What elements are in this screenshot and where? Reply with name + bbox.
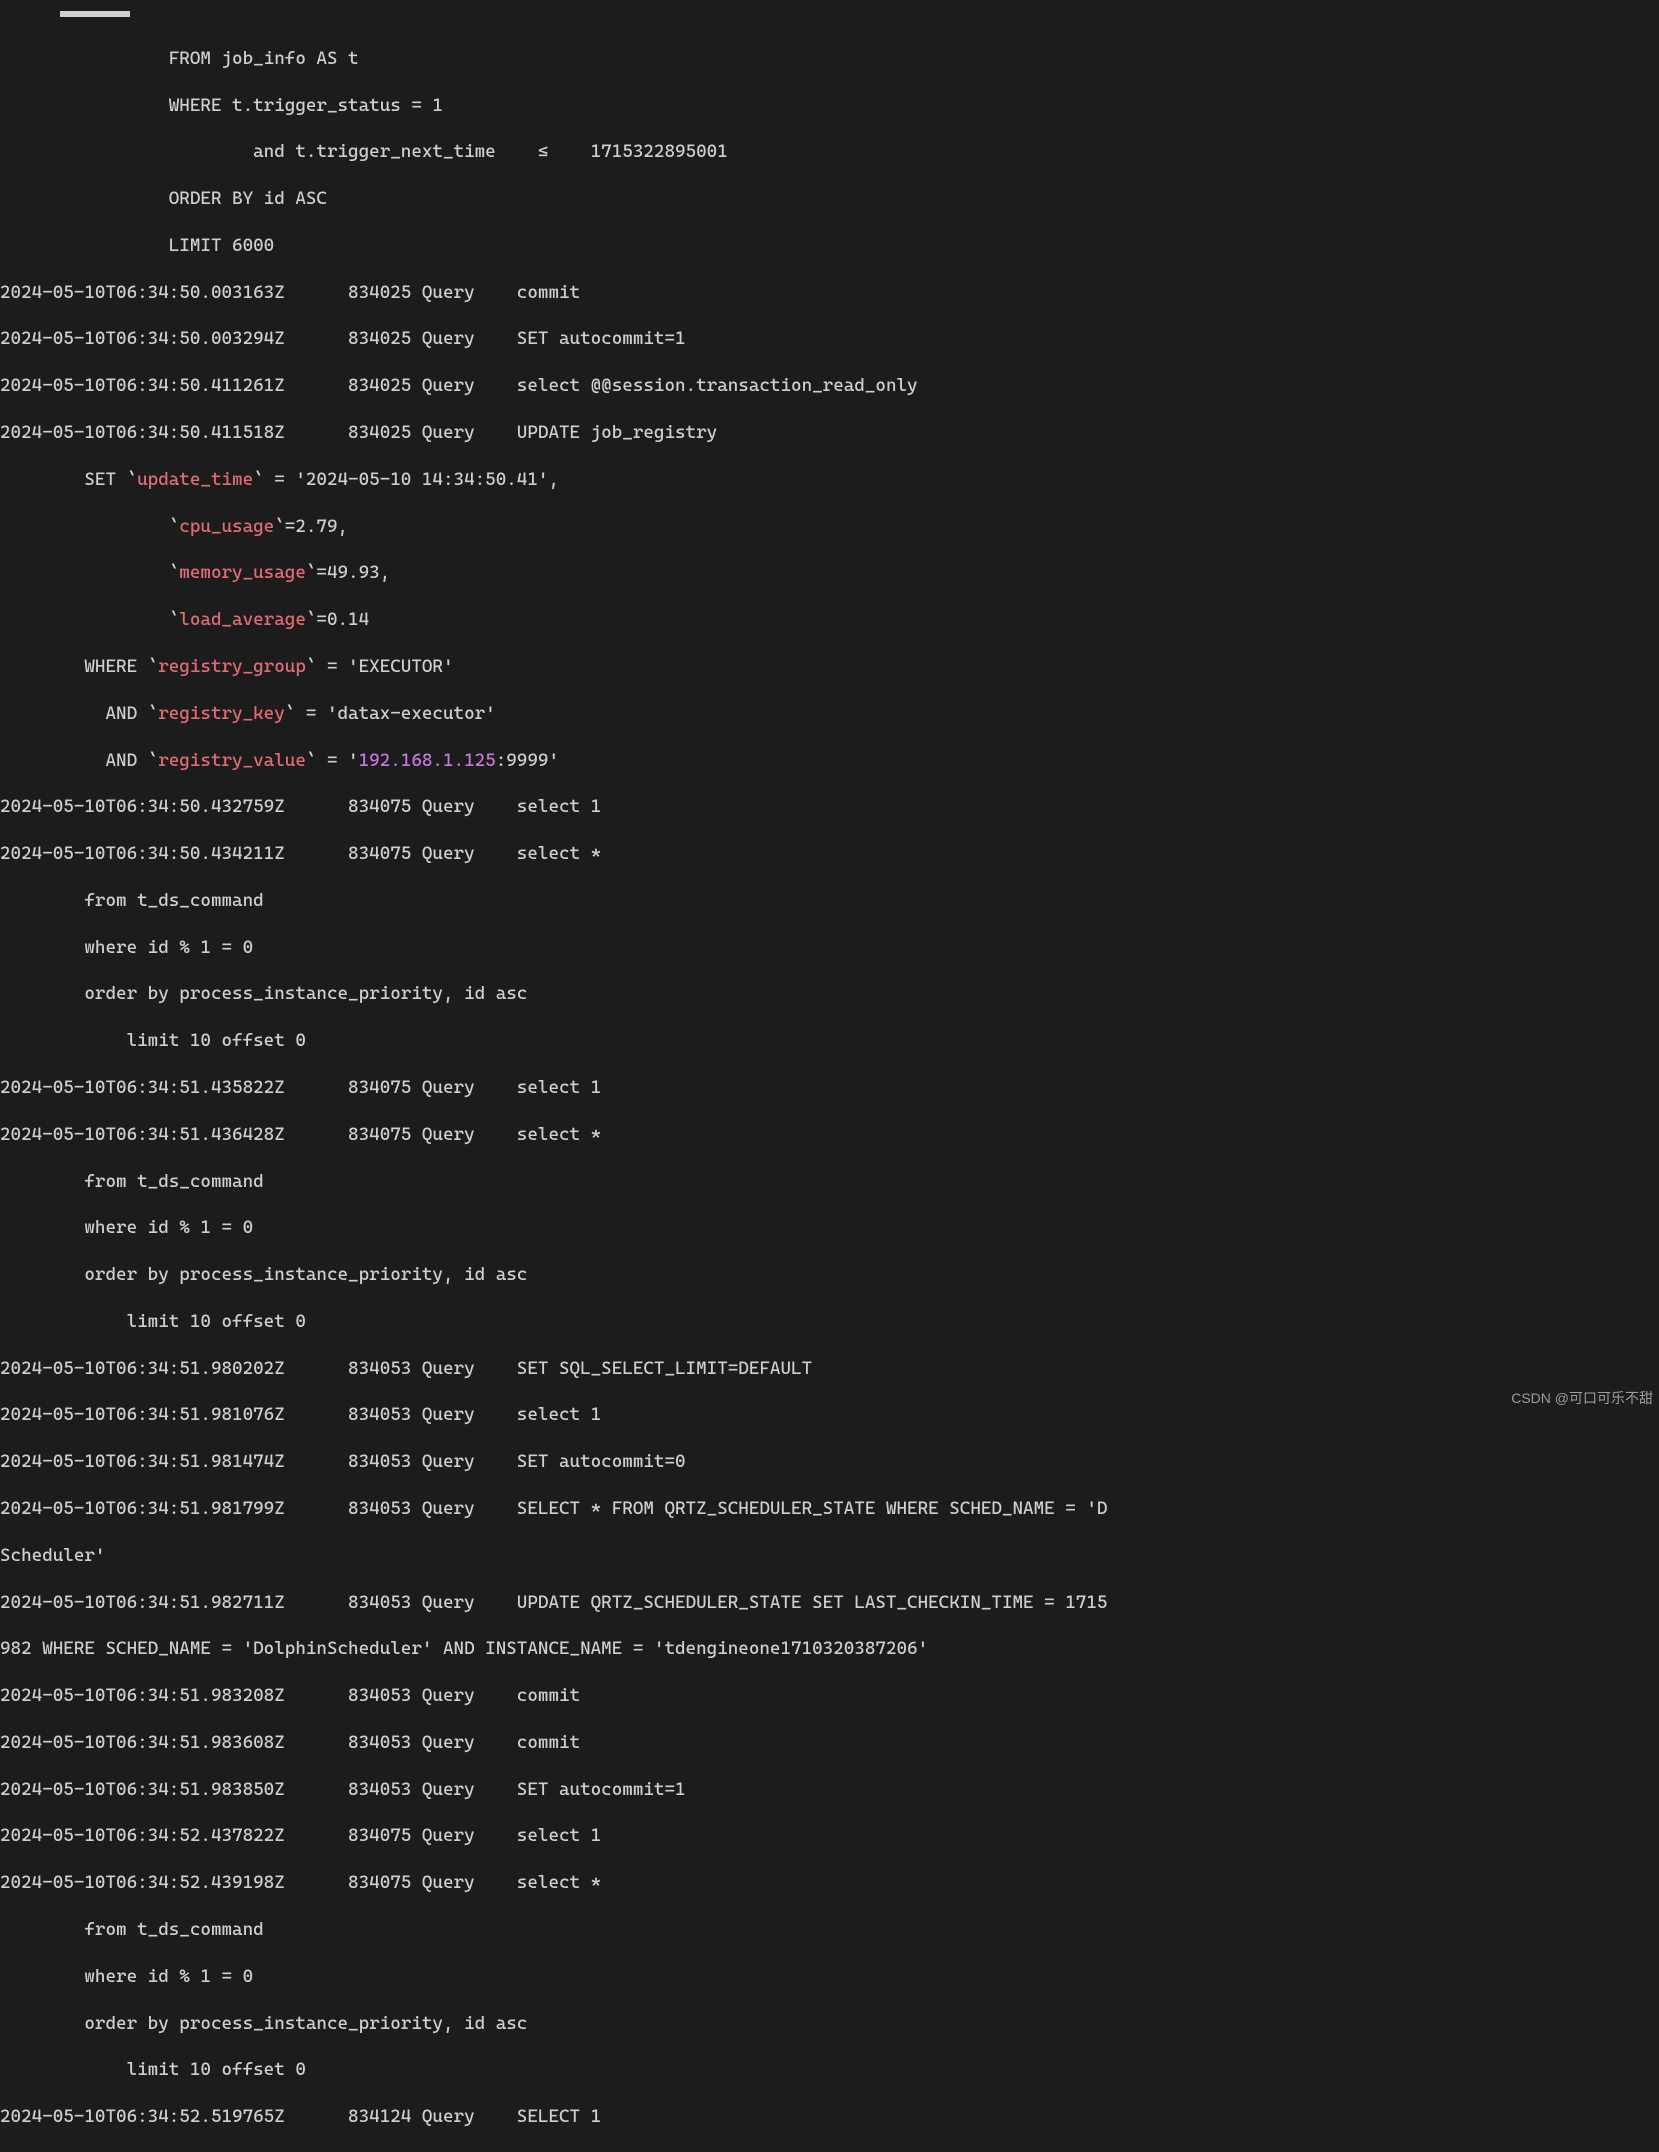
log-line: 2024-05-10T06:34:50.003294Z 834025 Query… bbox=[0, 327, 1659, 350]
log-line: and t.trigger_next_time ≤ 1715322895001 bbox=[0, 140, 1659, 163]
log-line: order by process_instance_priority, id a… bbox=[0, 2012, 1659, 2035]
sql-column: cpu_usage bbox=[179, 516, 274, 537]
log-line: WHERE `registry_group` = 'EXECUTOR' bbox=[0, 655, 1659, 678]
terminal-tab-indicator bbox=[60, 11, 130, 17]
log-line: ORDER BY id ASC bbox=[0, 187, 1659, 210]
log-line: 2024-05-10T06:34:50.432759Z 834075 Query… bbox=[0, 795, 1659, 818]
sql-column: memory_usage bbox=[179, 562, 306, 583]
log-line: Scheduler' bbox=[0, 1544, 1659, 1567]
sql-column: update_time bbox=[137, 469, 253, 490]
log-line: `memory_usage`=49.93, bbox=[0, 561, 1659, 584]
log-line: 2024-05-10T06:34:52.439198Z 834075 Query… bbox=[0, 1871, 1659, 1894]
log-line: FROM job_info AS t bbox=[0, 47, 1659, 70]
log-line: 982 WHERE SCHED_NAME = 'DolphinScheduler… bbox=[0, 1637, 1659, 1660]
log-line: 2024-05-10T06:34:50.411518Z 834025 Query… bbox=[0, 421, 1659, 444]
log-line: 2024-05-10T06:34:50.003163Z 834025 Query… bbox=[0, 281, 1659, 304]
log-line: AND `registry_value` = '192.168.1.125:99… bbox=[0, 749, 1659, 772]
log-line: 2024-05-10T06:34:51.982711Z 834053 Query… bbox=[0, 1591, 1659, 1614]
log-line: 2024-05-10T06:34:51.436428Z 834075 Query… bbox=[0, 1123, 1659, 1146]
sql-column: load_average bbox=[179, 609, 306, 630]
log-line: 2024-05-10T06:34:52.437822Z 834075 Query… bbox=[0, 1824, 1659, 1847]
log-line: LIMIT 6000 bbox=[0, 234, 1659, 257]
log-line: from t_ds_command bbox=[0, 1918, 1659, 1941]
log-line: limit 10 offset 0 bbox=[0, 2058, 1659, 2081]
log-line: from t_ds_command bbox=[0, 1170, 1659, 1193]
log-line: 2024-05-10T06:34:51.435822Z 834075 Query… bbox=[0, 1076, 1659, 1099]
log-line: 2024-05-10T06:34:51.983208Z 834053 Query… bbox=[0, 1684, 1659, 1707]
log-line: order by process_instance_priority, id a… bbox=[0, 1263, 1659, 1286]
log-line: AND `registry_key` = 'datax-executor' bbox=[0, 702, 1659, 725]
log-line: 2024-05-10T06:34:51.981799Z 834053 Query… bbox=[0, 1497, 1659, 1520]
log-line: 2024-05-10T06:34:51.980202Z 834053 Query… bbox=[0, 1357, 1659, 1380]
sql-column: registry_group bbox=[158, 656, 306, 677]
log-line: limit 10 offset 0 bbox=[0, 1310, 1659, 1333]
log-line: 2024-05-10T06:34:51.983608Z 834053 Query… bbox=[0, 1731, 1659, 1754]
log-line: where id % 1 = 0 bbox=[0, 1216, 1659, 1239]
log-line: where id % 1 = 0 bbox=[0, 936, 1659, 959]
log-line: 2024-05-10T06:34:52.519765Z 834124 Query… bbox=[0, 2105, 1659, 2128]
log-line: `cpu_usage`=2.79, bbox=[0, 515, 1659, 538]
log-line: 2024-05-10T06:34:50.434211Z 834075 Query… bbox=[0, 842, 1659, 865]
log-line: 2024-05-10T06:34:51.981076Z 834053 Query… bbox=[0, 1403, 1659, 1426]
sql-column: registry_key bbox=[158, 703, 285, 724]
log-line: 2024-05-10T06:34:51.983850Z 834053 Query… bbox=[0, 1778, 1659, 1801]
log-line: order by process_instance_priority, id a… bbox=[0, 982, 1659, 1005]
log-line: where id % 1 = 0 bbox=[0, 1965, 1659, 1988]
ip-literal: 192.168.1.125 bbox=[359, 750, 496, 771]
log-line: `load_average`=0.14 bbox=[0, 608, 1659, 631]
sql-column: registry_value bbox=[158, 750, 306, 771]
log-line: limit 10 offset 0 bbox=[0, 1029, 1659, 1052]
log-line: WHERE t.trigger_status = 1 bbox=[0, 94, 1659, 117]
terminal-viewport[interactable]: FROM job_info AS t WHERE t.trigger_statu… bbox=[0, 23, 1659, 2152]
log-line: 2024-05-10T06:34:51.981474Z 834053 Query… bbox=[0, 1450, 1659, 1473]
log-line: SET `update_time` = '2024-05-10 14:34:50… bbox=[0, 468, 1659, 491]
log-line: 2024-05-10T06:34:50.411261Z 834025 Query… bbox=[0, 374, 1659, 397]
log-line: from t_ds_command bbox=[0, 889, 1659, 912]
watermark: CSDN @可口可乐不甜 bbox=[1511, 1389, 1653, 1407]
